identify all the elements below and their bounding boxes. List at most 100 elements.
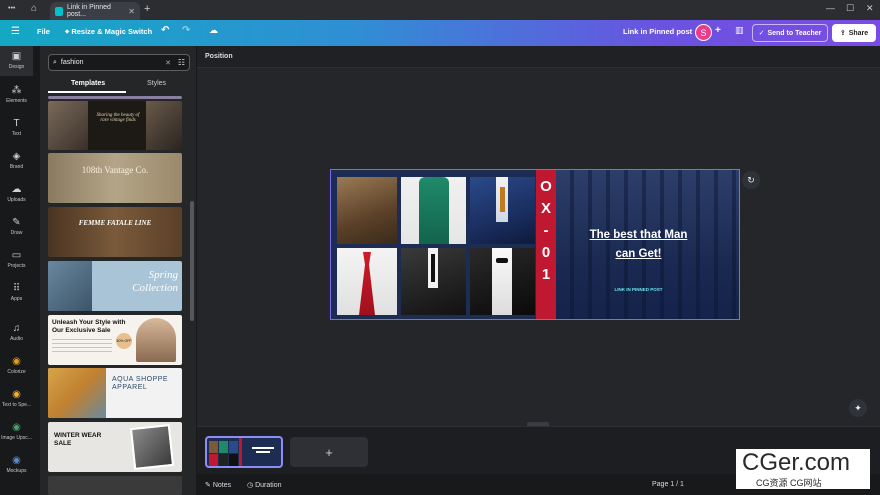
canvas-area: Position O X - 0 1 The best that Man can… — [197, 46, 880, 426]
suit-photo-blue[interactable] — [470, 177, 535, 244]
add-collaborator-icon[interactable]: + — [715, 25, 721, 36]
rail-item-label: Uploads — [7, 197, 26, 203]
mockups-app-icon: ◉ — [12, 455, 21, 466]
browser-tab-title: Link in Pinned post... — [66, 4, 111, 18]
elements-icon: ⁂ — [11, 85, 22, 96]
rail-item-draw[interactable]: ✎ Draw — [0, 212, 33, 242]
headline-line-2: can Get! — [615, 248, 662, 260]
rail-item-text[interactable]: T Text — [0, 113, 33, 143]
suit-photo-green[interactable] — [401, 177, 466, 244]
rail-item-label: Colorize — [7, 369, 26, 375]
watermark-subtitle: CG资源 CG网站 — [756, 478, 822, 488]
minimize-window-button[interactable]: — — [826, 3, 835, 13]
resize-magic-switch-button[interactable]: ⌖ Resize & Magic Switch — [65, 27, 152, 37]
rail-item-label: Text to Spe... — [1, 402, 32, 408]
search-input[interactable]: ⌕ fashion ✕ ☷ — [48, 54, 190, 71]
rail-item-text-to-speech[interactable]: ◉ Text to Spe... — [0, 384, 33, 414]
design-page[interactable]: O X - 0 1 The best that Man can Get! LIN… — [330, 169, 740, 320]
template-thumbnail[interactable]: FEMME FATALE LINE — [48, 207, 182, 257]
notes-button[interactable]: ✎ Notes — [205, 481, 231, 489]
strip-char: X — [540, 200, 551, 217]
search-icon: ⌕ — [53, 58, 57, 66]
panel-scrollbar[interactable] — [190, 201, 194, 321]
rail-item-image-upscaler[interactable]: ◉ Image Upsc... — [0, 417, 33, 447]
new-tab-button[interactable]: + — [144, 3, 150, 15]
rail-item-apps[interactable]: ⠿ Apps — [0, 278, 33, 308]
rail-item-design[interactable]: ▣ Design — [0, 46, 33, 76]
refresh-icon[interactable]: ↻ — [742, 171, 760, 189]
strip-char: 0 — [541, 244, 551, 261]
red-code-strip[interactable]: O X - 0 1 — [536, 170, 556, 319]
red-tie-photo[interactable] — [337, 248, 397, 315]
add-page-button[interactable]: + — [290, 437, 368, 467]
pinned-post-label[interactable]: LINK IN PINNED POST — [601, 287, 676, 292]
send-to-teacher-button[interactable]: ✓ Send to Teacher — [752, 24, 828, 42]
undo-icon[interactable]: ↶ — [161, 25, 169, 36]
template-text: Unleash Your Style with Our Exclusive Sa… — [52, 319, 126, 334]
template-thumbnail[interactable]: WINTER WEAR SALE — [48, 422, 182, 472]
tab-templates[interactable]: Templates — [71, 80, 105, 87]
rail-item-colorize[interactable]: ◉ Colorize — [0, 351, 33, 381]
notes-icon: ✎ — [205, 482, 211, 489]
maximize-window-button[interactable]: ☐ — [846, 3, 854, 14]
search-value: fashion — [60, 59, 84, 66]
magic-sparkle-icon[interactable]: ✦ — [849, 399, 867, 417]
template-text: 108th Vantage Co. — [81, 165, 149, 175]
rail-item-brand[interactable]: ◈ Brand — [0, 146, 33, 176]
clear-search-icon[interactable]: ✕ — [165, 59, 171, 67]
rail-item-label: Apps — [10, 296, 23, 302]
close-window-button[interactable]: ✕ — [866, 3, 874, 14]
canva-favicon-icon — [55, 6, 63, 16]
notes-label: Notes — [212, 482, 232, 489]
home-icon[interactable]: ⌂ — [31, 3, 37, 14]
rail-item-label: Projects — [7, 263, 26, 269]
template-text: FEMME FATALE LINE — [78, 219, 152, 227]
tuxedo-photo[interactable] — [470, 248, 535, 315]
context-toolbar: Position — [197, 46, 880, 68]
rail-item-label: Brand — [9, 164, 24, 170]
suit-photo-brown[interactable] — [337, 177, 397, 244]
template-thumbnail[interactable]: Spring Collection — [48, 261, 182, 311]
browser-tab[interactable]: Link in Pinned post... ✕ — [50, 2, 140, 20]
design-headline[interactable]: The best that Man can Get! — [581, 226, 696, 264]
template-thumbnail[interactable]: Sharing the beauty of rare vintage finds — [48, 101, 182, 150]
template-thumbnail[interactable]: 108th Vantage Co. — [48, 153, 182, 203]
template-text: Spring Collection — [132, 269, 178, 294]
rail-item-label: Audio — [10, 336, 23, 342]
strip-char: - — [543, 222, 549, 239]
resize-magic-switch-label: Resize & Magic Switch — [71, 27, 153, 36]
close-tab-icon[interactable]: ✕ — [128, 7, 135, 16]
rail-item-label: Image Upsc... — [1, 435, 32, 441]
rail-item-mockups[interactable]: ◉ Mockups — [0, 450, 33, 480]
cloud-saved-icon[interactable]: ☁ — [209, 25, 218, 36]
redo-icon[interactable]: ↷ — [182, 25, 190, 36]
template-thumbnail[interactable]: Unleash Your Style with Our Exclusive Sa… — [48, 315, 182, 365]
template-thumbnail-partial[interactable] — [48, 476, 182, 495]
rail-item-projects[interactable]: ▭ Projects — [0, 245, 33, 275]
design-icon: ▣ — [11, 51, 22, 62]
rail-item-audio[interactable]: ♫ Audio — [0, 318, 33, 348]
brand-icon: ◈ — [12, 151, 21, 162]
black-suit-photo[interactable] — [401, 248, 466, 315]
left-rail: ▣ Design ⁂ Elements T Text ◈ Brand ☁ Uploads … — [0, 46, 33, 495]
hamburger-menu-icon[interactable]: ☰ — [11, 26, 20, 37]
rail-item-elements[interactable]: ⁂ Elements — [0, 80, 33, 110]
page-thumbnail[interactable] — [205, 436, 283, 468]
rail-item-uploads[interactable]: ☁ Uploads — [0, 179, 33, 209]
share-button[interactable]: ⇪ Share — [832, 24, 876, 42]
rail-item-label: Draw — [10, 230, 23, 236]
file-menu[interactable]: File — [37, 27, 50, 36]
discount-badge: 50% OFF — [116, 333, 132, 349]
document-title[interactable]: Link in Pinned post — [623, 27, 692, 36]
filter-sliders-icon[interactable]: ☷ — [178, 58, 185, 67]
insights-chart-icon[interactable]: ▥ — [735, 25, 744, 36]
avatar[interactable]: S — [695, 24, 712, 41]
tab-styles[interactable]: Styles — [147, 80, 166, 87]
page-indicator[interactable]: Page 1 / 1 — [652, 481, 684, 488]
browser-menu-icon[interactable]: ••• — [8, 5, 15, 12]
text-icon: T — [13, 118, 20, 129]
template-thumbnail[interactable]: AQUA SHOPPE APPAREL — [48, 368, 182, 418]
template-thumbnail-partial[interactable] — [48, 96, 182, 99]
position-button[interactable]: Position — [205, 53, 233, 60]
duration-button[interactable]: ◷ Duration — [247, 481, 282, 489]
